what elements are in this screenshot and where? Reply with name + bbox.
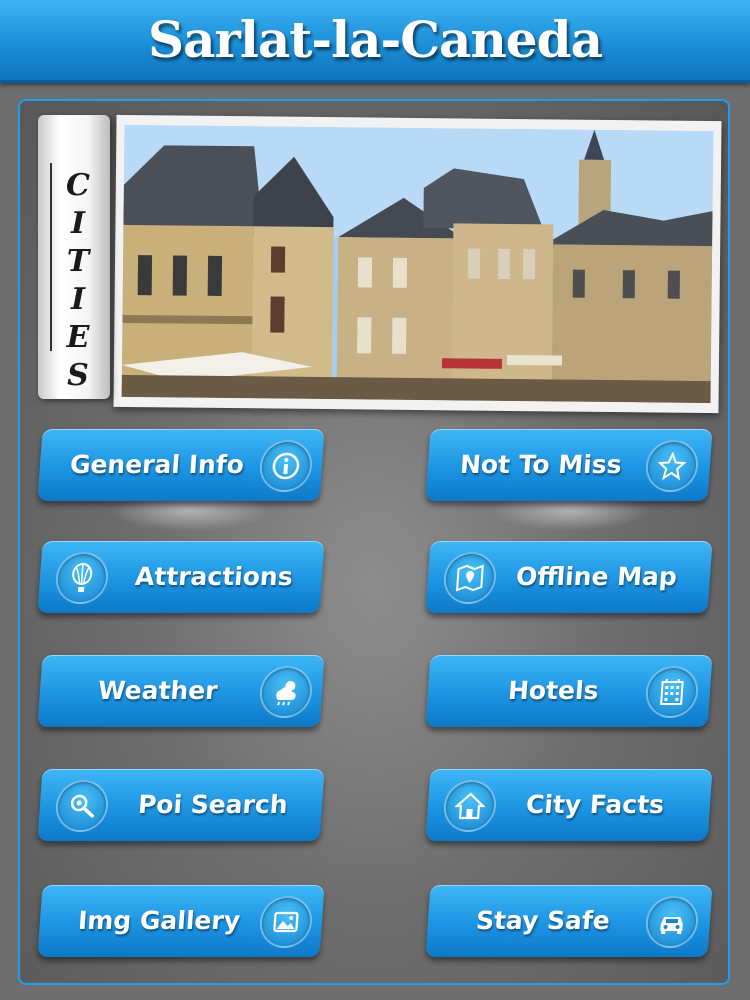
city-facts-label: City Facts	[525, 790, 666, 819]
hotels-label: Hotels	[507, 676, 600, 705]
star-icon	[644, 440, 700, 492]
img-gallery-label: Img Gallery	[77, 906, 242, 935]
info-icon	[258, 440, 314, 492]
weather-label: Weather	[97, 676, 219, 705]
offline-map-button[interactable]: Offline Map	[425, 541, 713, 613]
not-to-miss-button[interactable]: Not To Miss	[425, 429, 713, 501]
home-icon	[442, 780, 498, 832]
stay-safe-label: Stay Safe	[475, 906, 611, 935]
building-icon	[644, 666, 700, 718]
weather-button[interactable]: Weather	[37, 655, 325, 727]
car-icon	[644, 896, 700, 948]
poi-search-label: Poi Search	[137, 790, 289, 819]
general-info-button[interactable]: General Info	[37, 429, 325, 501]
city-photo-image	[121, 124, 714, 404]
weather-icon	[258, 666, 314, 718]
general-info-label: General Info	[69, 450, 245, 479]
attractions-label: Attractions	[134, 562, 294, 591]
cities-scroll: CITIES	[38, 115, 110, 399]
scroll-line	[50, 163, 52, 351]
cities-label: CITIES	[66, 168, 90, 393]
img-gallery-button[interactable]: Img Gallery	[37, 885, 325, 957]
stay-safe-button[interactable]: Stay Safe	[425, 885, 713, 957]
gallery-icon	[258, 896, 314, 948]
app-title: Sarlat-la-Caneda	[148, 10, 603, 69]
map-icon	[442, 552, 498, 604]
attractions-button[interactable]: Attractions	[37, 541, 325, 613]
city-facts-button[interactable]: City Facts	[425, 769, 713, 841]
offline-map-label: Offline Map	[515, 562, 678, 591]
city-photo	[113, 114, 722, 414]
app-header: Sarlat-la-Caneda	[0, 0, 750, 83]
hotels-button[interactable]: Hotels	[425, 655, 713, 727]
search-icon	[54, 780, 110, 832]
main-panel: CITIES General Info Not To Miss Attracti…	[18, 99, 730, 985]
balloon-icon	[54, 552, 110, 604]
not-to-miss-label: Not To Miss	[459, 450, 623, 479]
poi-search-button[interactable]: Poi Search	[37, 769, 325, 841]
